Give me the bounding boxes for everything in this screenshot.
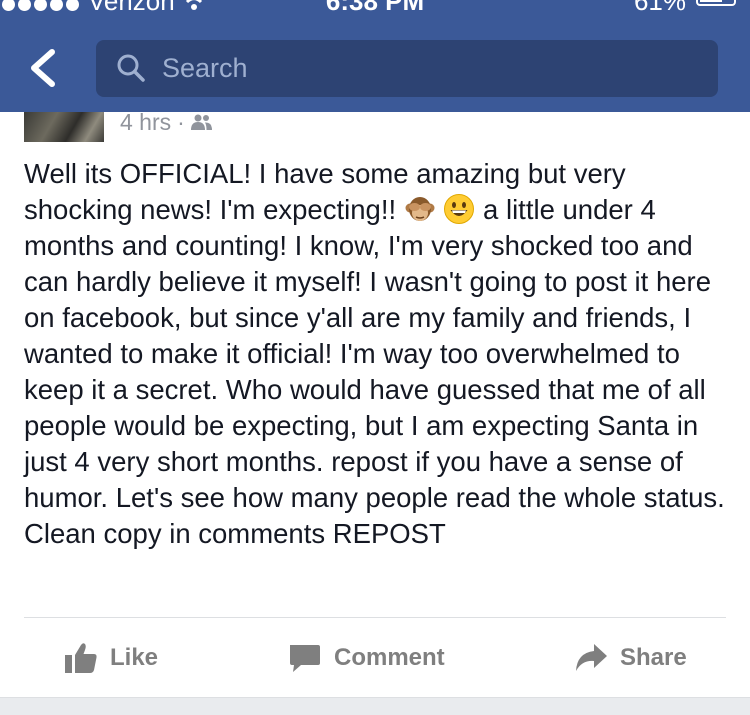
search-input[interactable]: Search <box>96 40 718 97</box>
thumbs-up-icon <box>65 643 97 673</box>
post-timestamp[interactable]: 4 hrs <box>120 110 171 134</box>
share-arrow-icon <box>576 644 607 671</box>
post-body: Well its OFFICIAL! I have some amazing b… <box>24 156 736 552</box>
comment-label: Comment <box>334 644 445 671</box>
top-navigation-bar: Verizon 6:38 PM 61% Search <box>0 0 750 112</box>
share-button[interactable]: Share <box>574 618 687 698</box>
grinning-face-icon <box>444 194 475 224</box>
see-no-evil-monkey-icon <box>405 197 435 221</box>
friends-audience-icon[interactable] <box>190 113 213 131</box>
search-placeholder: Search <box>162 53 248 83</box>
avatar[interactable] <box>24 112 104 142</box>
search-icon <box>117 54 145 82</box>
battery-percentage: 61% <box>633 0 686 16</box>
news-feed-post: 4 hrs · Well its OFFICIAL! I have some a… <box>0 110 750 715</box>
post-actions-bar: Like Comment Share <box>0 618 750 698</box>
post-meta: 4 hrs · <box>120 110 213 134</box>
battery-icon <box>696 0 736 6</box>
comment-bubble-icon <box>290 645 320 672</box>
like-button[interactable]: Like <box>64 618 158 698</box>
like-label: Like <box>110 644 159 671</box>
meta-separator: · <box>177 109 185 135</box>
comment-button[interactable]: Comment <box>288 618 445 698</box>
back-button[interactable] <box>26 46 62 90</box>
feed-separator <box>0 697 750 715</box>
post-text-part-2: a little under 4 months and counting! I … <box>24 194 725 549</box>
share-label: Share <box>620 644 687 671</box>
status-bar: Verizon 6:38 PM 61% <box>0 0 750 16</box>
